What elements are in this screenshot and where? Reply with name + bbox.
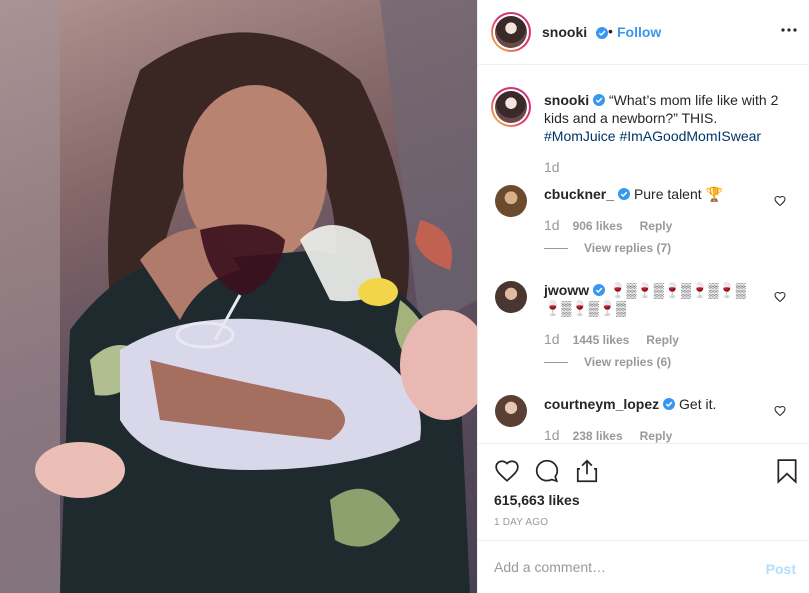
view-replies-button[interactable]: View replies (7) (544, 241, 671, 255)
comment-username[interactable]: courtneym_lopez (544, 396, 659, 412)
photo-illustration (0, 0, 477, 593)
comment-body: courtneym_lopez Get it. (544, 395, 759, 413)
comment-meta: 1d 906 likes Reply (544, 217, 672, 233)
view-replies-button[interactable]: View replies (6) (544, 355, 671, 369)
comment-likes[interactable]: 238 likes (573, 429, 623, 443)
heart-icon[interactable] (494, 458, 520, 484)
post-likes-count[interactable]: 615,663 likes (494, 492, 580, 508)
caption-avatar[interactable] (491, 87, 531, 127)
reply-button[interactable]: Reply (640, 429, 673, 443)
caption-time: 1d (544, 159, 560, 175)
post-date[interactable]: 1 DAY AGO (494, 517, 548, 528)
comment-likes[interactable]: 1445 likes (573, 333, 630, 347)
comment-time: 1d (544, 331, 560, 347)
comment-text: Pure talent 🏆 (633, 186, 723, 202)
more-options-icon[interactable] (780, 21, 798, 39)
share-icon[interactable] (574, 458, 600, 484)
comment-bubble-icon[interactable] (534, 458, 560, 484)
view-replies-label: View replies (6) (584, 355, 672, 369)
verified-badge-icon (618, 188, 631, 200)
comment-body: jwoww 🍷▒🍷▒🍷▒🍷▒🍷▒ 🍷▒🍷▒🍷▒ (544, 281, 759, 317)
caption-body: snooki “What’s mom life like with 2 kids… (544, 91, 794, 145)
header-separator: • (608, 23, 613, 39)
comment-time: 1d (544, 427, 560, 443)
post-header: snooki • Follow (478, 0, 809, 65)
comment-username[interactable]: jwoww (544, 282, 589, 298)
post-actions: 615,663 likes 1 DAY AGO (478, 443, 809, 540)
verified-badge-icon (593, 284, 606, 296)
comment-username[interactable]: cbuckner_ (544, 186, 614, 202)
post-comment-button[interactable]: Post (766, 561, 796, 577)
caption-hashtags[interactable]: #MomJuice #ImAGoodMomISwear (544, 128, 761, 144)
comment-like-heart-icon[interactable] (774, 405, 786, 417)
verified-badge-icon (593, 94, 606, 106)
comment-like-heart-icon[interactable] (774, 195, 786, 207)
add-comment-input[interactable] (494, 559, 744, 575)
comment-time: 1d (544, 217, 560, 233)
comment-body: cbuckner_ Pure talent 🏆 (544, 185, 759, 203)
comments-list[interactable]: snooki “What’s mom life like with 2 kids… (478, 65, 809, 443)
commenter-avatar[interactable] (495, 395, 527, 427)
header-username[interactable]: snooki (542, 24, 587, 40)
add-comment-form: Post (478, 540, 809, 593)
reply-button[interactable]: Reply (640, 219, 673, 233)
follow-button[interactable]: Follow (617, 24, 661, 40)
commenter-avatar[interactable] (495, 185, 527, 217)
bookmark-icon[interactable] (774, 458, 800, 484)
comment-meta: 1d 1445 likes Reply (544, 331, 679, 347)
comment-like-heart-icon[interactable] (774, 291, 786, 303)
post-photo[interactable] (0, 0, 477, 593)
comment-meta: 1d 238 likes Reply (544, 427, 672, 443)
verified-badge-icon (663, 398, 676, 410)
verified-badge-icon (592, 25, 608, 43)
commenter-avatar[interactable] (495, 281, 527, 313)
view-replies-label: View replies (7) (584, 241, 672, 255)
profile-avatar[interactable] (491, 12, 531, 52)
comment-likes[interactable]: 906 likes (573, 219, 623, 233)
caption-username[interactable]: snooki (544, 92, 589, 108)
reply-button[interactable]: Reply (646, 333, 679, 347)
comment-text: Get it. (679, 396, 717, 412)
post-side-panel: snooki • Follow snooki “What’s mom life … (477, 0, 809, 593)
